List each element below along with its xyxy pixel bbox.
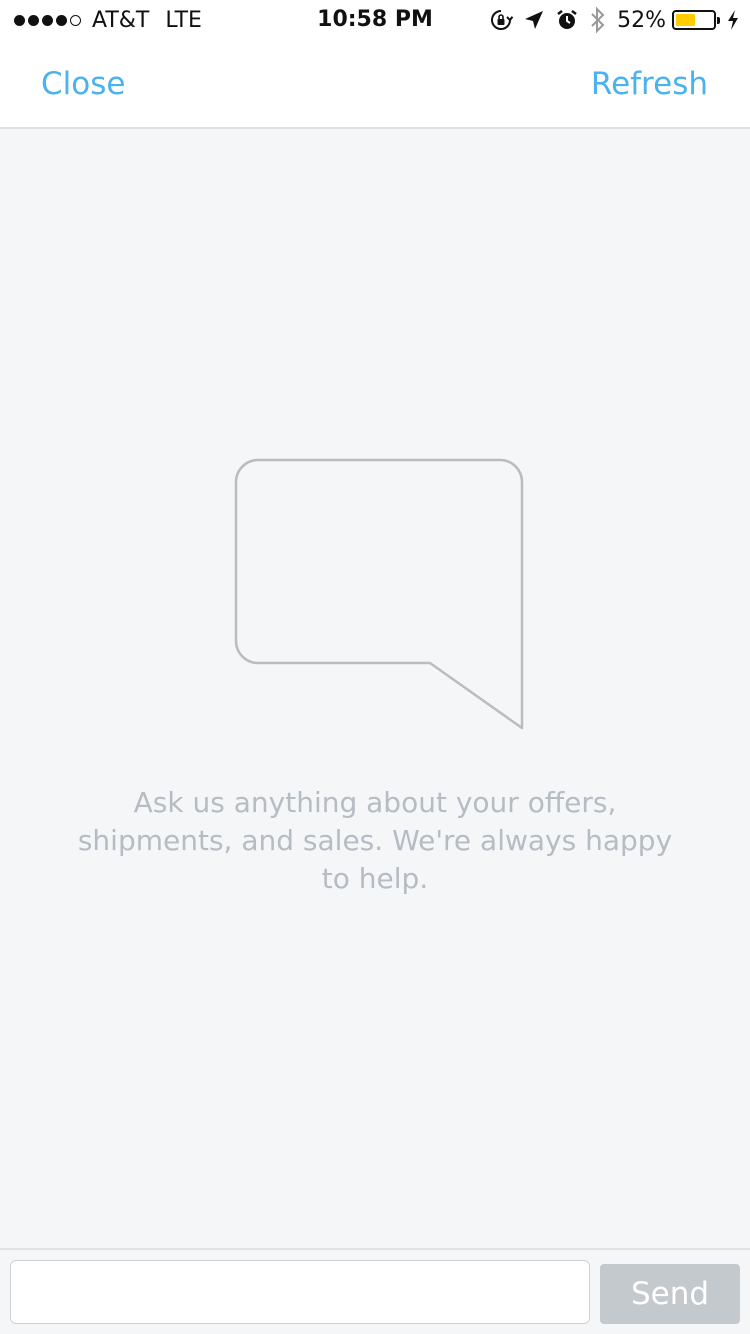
empty-state-message: Ask us anything about your offers, shipm… — [77, 786, 673, 895]
alarm-icon — [555, 8, 579, 32]
status-right: 52% — [479, 6, 740, 34]
send-button[interactable]: Send — [600, 1264, 740, 1324]
chat-screen: AT&T LTE 10:58 PM 52% Close Refresh Ask … — [0, 0, 750, 1334]
status-bar: AT&T LTE 10:58 PM 52% — [0, 0, 750, 40]
close-button[interactable]: Close — [41, 66, 125, 102]
message-composer: Send — [0, 1248, 750, 1334]
location-arrow-icon — [523, 9, 545, 31]
charging-bolt-icon — [726, 9, 740, 31]
nav-bar: Close Refresh — [0, 40, 750, 129]
battery-percent: 52% — [617, 7, 666, 33]
speech-bubble-icon — [234, 458, 526, 736]
message-input[interactable] — [10, 1260, 590, 1324]
bluetooth-icon — [589, 6, 607, 34]
refresh-button[interactable]: Refresh — [591, 66, 708, 102]
battery-icon — [672, 10, 720, 30]
battery-fill — [676, 14, 695, 26]
rotation-lock-icon — [489, 8, 514, 32]
